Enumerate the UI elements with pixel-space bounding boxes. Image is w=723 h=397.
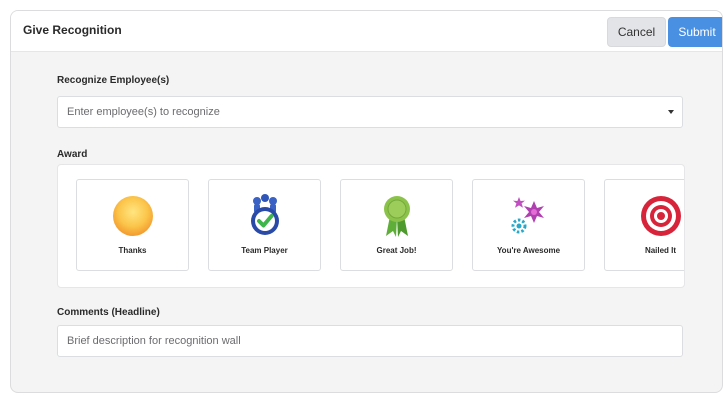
sun-icon	[112, 196, 153, 236]
award-option-label: You're Awesome	[496, 246, 561, 255]
award-option-label: Nailed It	[644, 246, 677, 255]
submit-button[interactable]: Submit	[668, 17, 722, 47]
target-icon	[640, 196, 681, 236]
dialog-title: Give Recognition	[23, 23, 122, 37]
dialog-header: Give Recognition Cancel Submit	[11, 11, 722, 52]
award-option-label: Thanks	[118, 246, 147, 255]
award-option-youre-awesome[interactable]: You're Awesome	[472, 179, 585, 271]
starburst-icon	[511, 197, 544, 234]
recognize-employee-label: Recognize Employee(s)	[57, 75, 170, 86]
ribbon-icon	[383, 196, 410, 237]
give-recognition-dialog: Give Recognition Cancel Submit Recognize…	[10, 10, 723, 393]
award-option-nailed-it[interactable]: Nailed It	[604, 179, 684, 271]
comments-input[interactable]: Brief description for recognition wall	[57, 325, 683, 357]
comments-input-placeholder: Brief description for recognition wall	[67, 335, 241, 347]
award-label: Award	[57, 149, 88, 160]
award-option-thanks[interactable]: Thanks	[76, 179, 189, 271]
award-picker: Thanks Team Player Great Job! You're Awe…	[57, 164, 685, 288]
award-option-team-player[interactable]: Team Player	[208, 179, 321, 271]
award-option-label: Team Player	[241, 246, 288, 255]
comments-label: Comments (Headline)	[57, 307, 160, 318]
team-player-icon	[250, 194, 279, 235]
employee-select-placeholder: Enter employee(s) to recognize	[67, 106, 220, 118]
employee-select[interactable]: Enter employee(s) to recognize	[57, 96, 683, 128]
award-option-label: Great Job!	[376, 246, 417, 255]
cancel-button[interactable]: Cancel	[607, 17, 666, 47]
chevron-down-icon[interactable]	[668, 110, 674, 114]
award-option-great-job[interactable]: Great Job!	[340, 179, 453, 271]
